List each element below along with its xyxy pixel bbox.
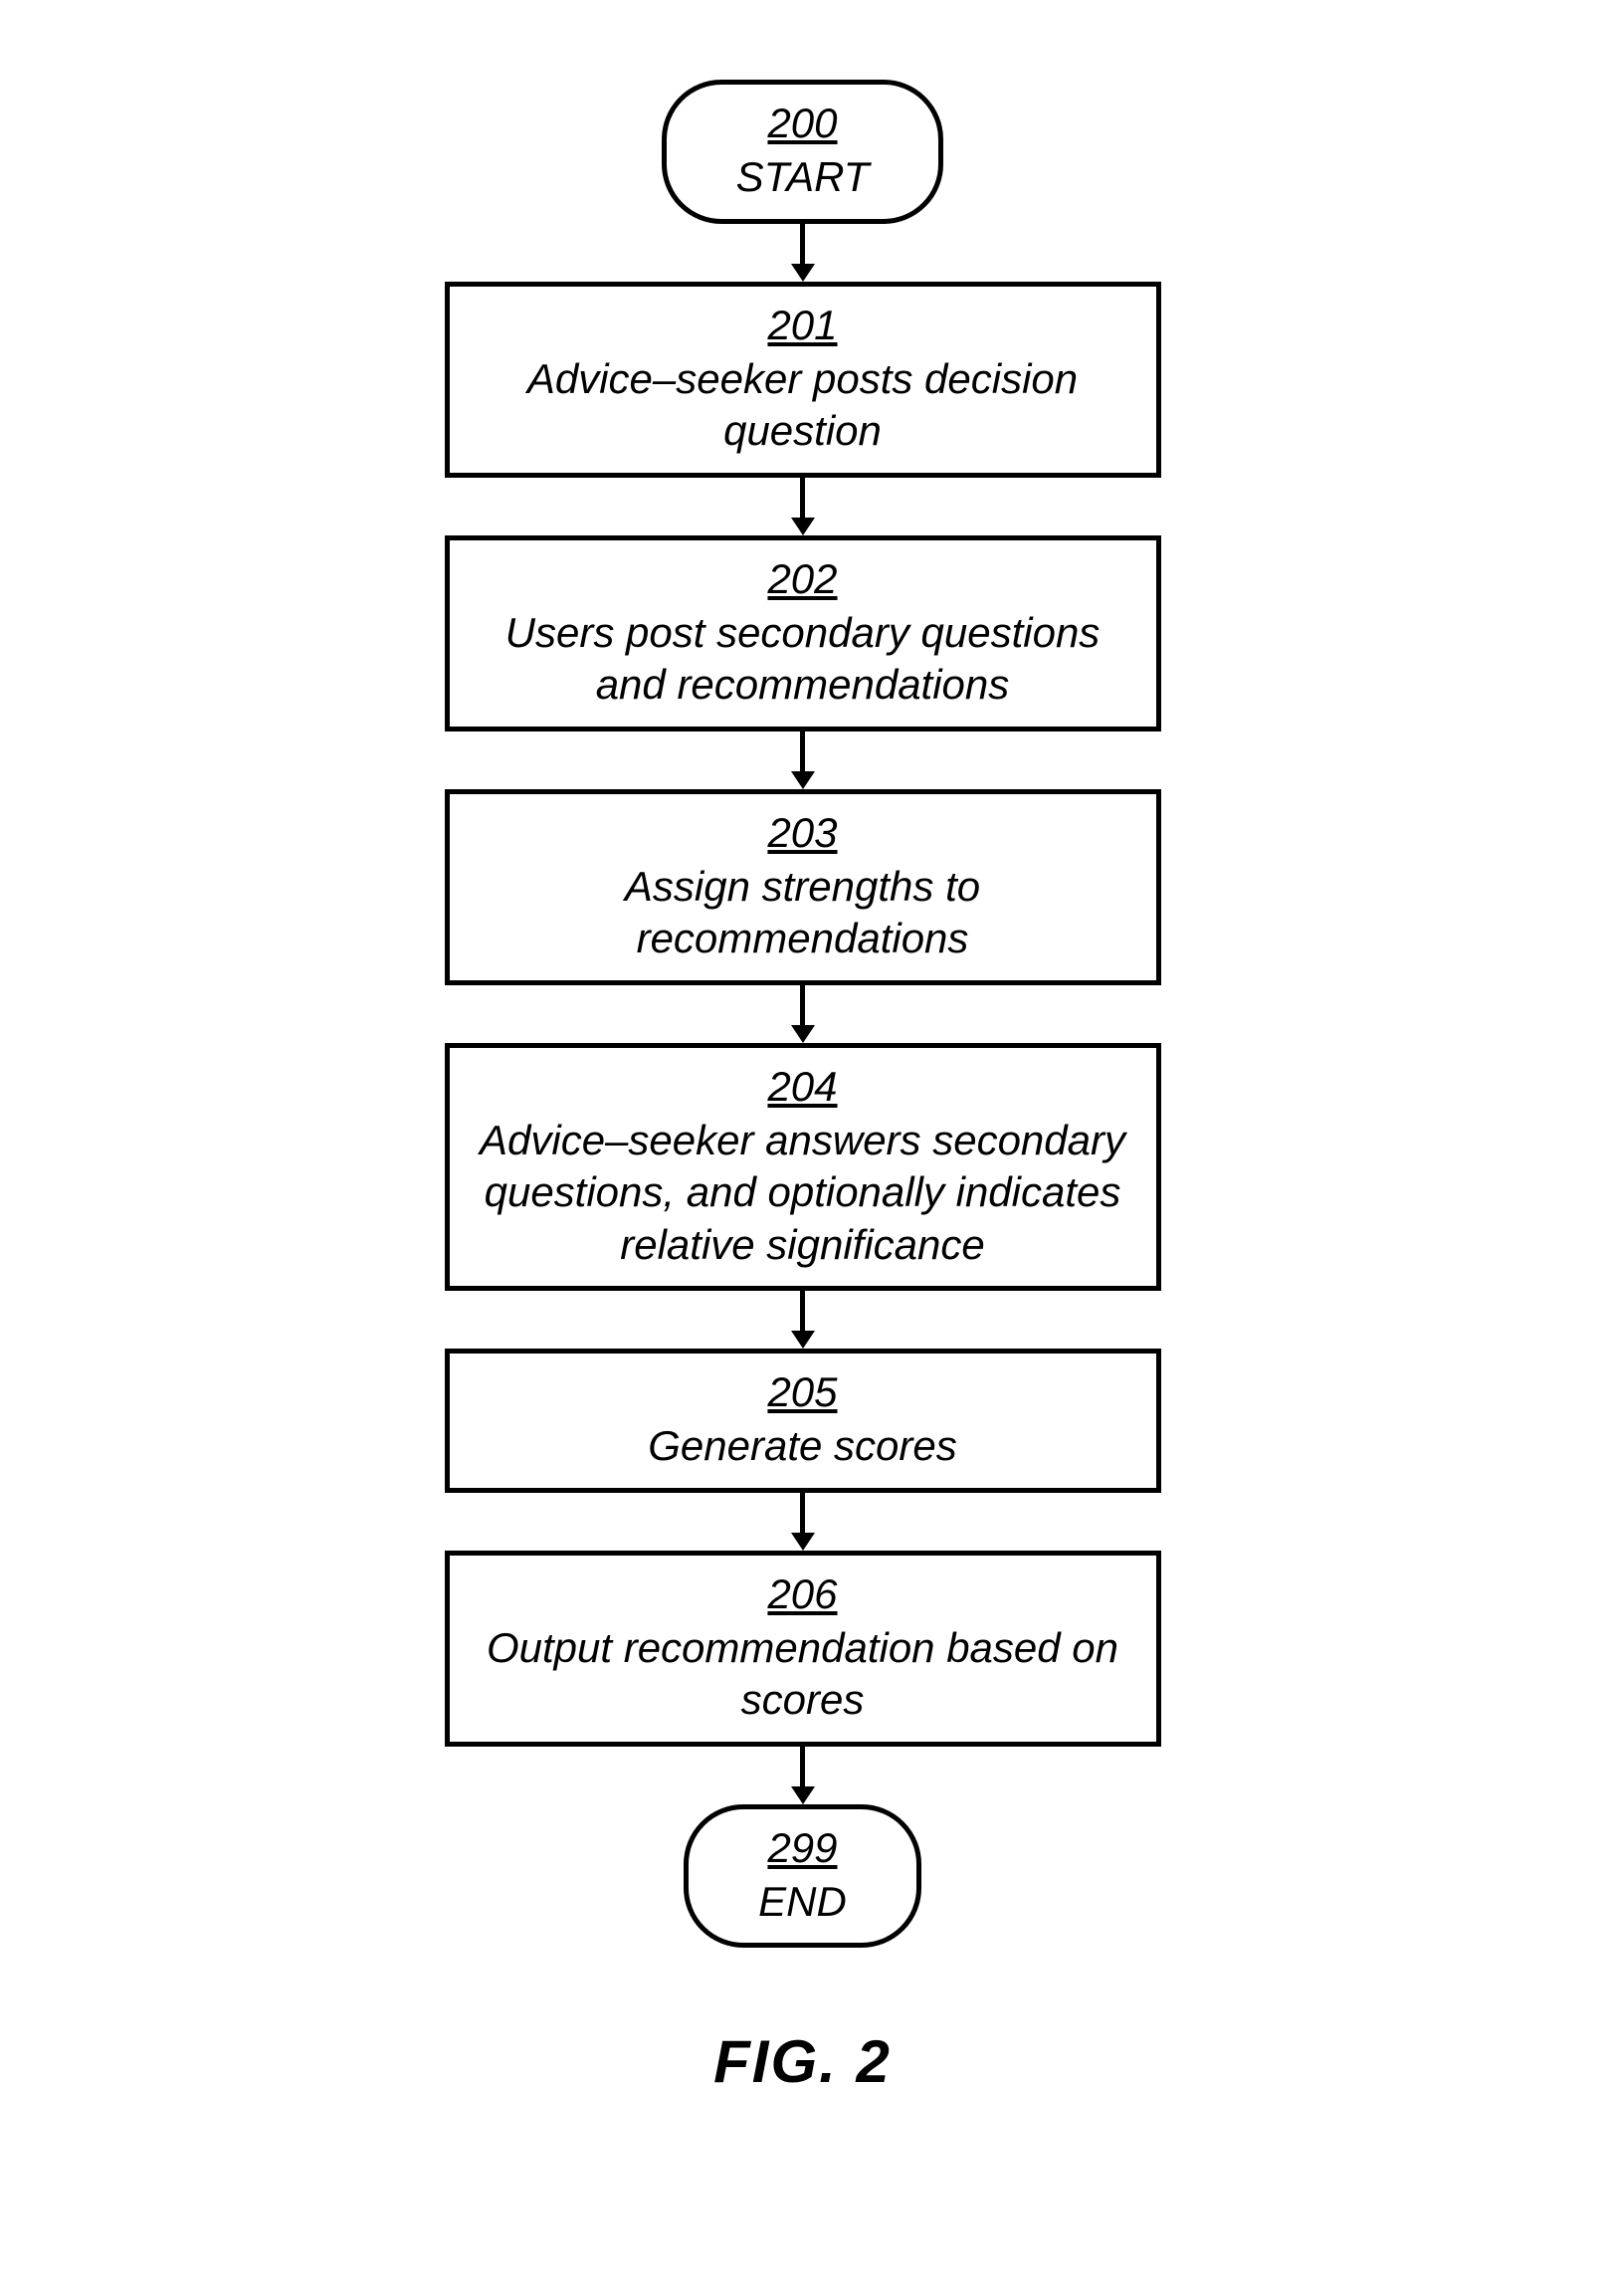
- step-label: Output recommendation based on scores: [487, 1624, 1118, 1724]
- start-label: START: [736, 153, 870, 200]
- start-terminal: 200 START: [662, 80, 944, 224]
- step-number: 206: [475, 1570, 1131, 1618]
- end-number: 299: [758, 1824, 847, 1872]
- arrow: [791, 478, 815, 535]
- step-number: 203: [475, 809, 1131, 857]
- flowchart-container: 200 START 201 Advice–seeker posts decisi…: [445, 80, 1161, 1948]
- arrow: [791, 731, 815, 789]
- arrow: [791, 224, 815, 282]
- start-number: 200: [736, 100, 870, 147]
- step-label: Generate scores: [648, 1422, 957, 1469]
- step-label: Advice–seeker posts decision question: [527, 355, 1078, 455]
- arrow: [791, 985, 815, 1043]
- arrow: [791, 1291, 815, 1349]
- step-number: 202: [475, 555, 1131, 603]
- step-label: Advice–seeker answers secondary question…: [480, 1117, 1125, 1268]
- arrow: [791, 1747, 815, 1804]
- process-step-205: 205 Generate scores: [445, 1349, 1161, 1493]
- end-label: END: [758, 1878, 847, 1925]
- process-step-203: 203 Assign strengths to recommendations: [445, 789, 1161, 985]
- step-label: Users post secondary questions and recom…: [505, 609, 1101, 709]
- step-number: 204: [475, 1063, 1131, 1111]
- process-step-202: 202 Users post secondary questions and r…: [445, 535, 1161, 731]
- process-step-206: 206 Output recommendation based on score…: [445, 1551, 1161, 1747]
- step-number: 205: [475, 1368, 1131, 1416]
- end-terminal: 299 END: [684, 1804, 921, 1949]
- step-label: Assign strengths to recommendations: [625, 863, 980, 962]
- figure-label: FIG. 2: [713, 2027, 892, 2096]
- process-step-204: 204 Advice–seeker answers secondary ques…: [445, 1043, 1161, 1292]
- step-number: 201: [475, 302, 1131, 349]
- arrow: [791, 1493, 815, 1551]
- process-step-201: 201 Advice–seeker posts decision questio…: [445, 282, 1161, 478]
